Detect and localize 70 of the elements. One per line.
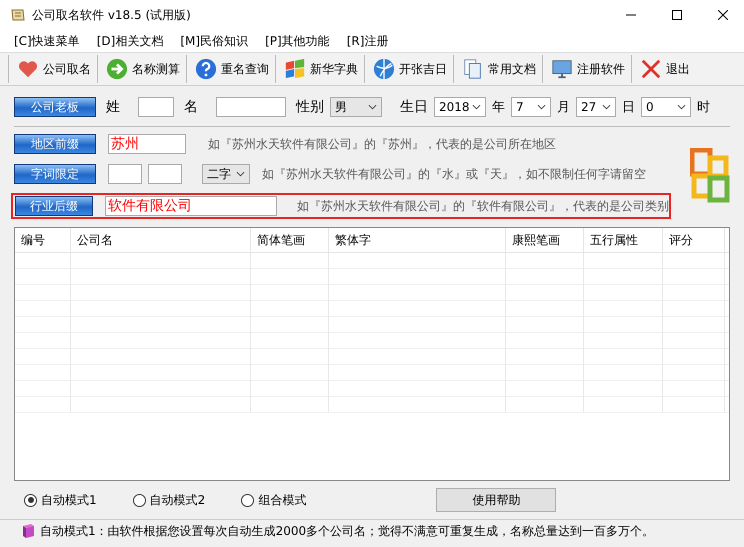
day-dropdown[interactable]: 27 [576,97,616,117]
caret-icon [236,171,245,177]
limit-button[interactable]: 字词限定 [14,164,96,184]
caret-icon [537,104,546,110]
toolbar-button[interactable]: 新华字典 [275,55,364,83]
surname-field[interactable] [138,97,174,117]
menu-item[interactable]: [C]快速菜单 [14,32,80,50]
hour-label: 时 [697,99,710,116]
column-header[interactable]: 评分 [663,228,725,252]
column-header[interactable]: 公司名 [71,228,251,252]
office-logo-drawing [690,148,730,204]
prefix-field[interactable]: 苏州 [108,134,186,154]
column-header[interactable]: 繁体字 [329,228,506,252]
menu-item[interactable]: [D]相关文档 [96,32,164,50]
app-icon [10,7,26,23]
maximize-icon[interactable] [672,10,682,20]
menu-item[interactable]: [P]其他功能 [265,32,330,50]
close-icon[interactable] [718,10,728,20]
column-header[interactable]: 康熙笔画 [506,228,584,252]
help-button[interactable]: 使用帮助 [436,488,556,512]
toolbar-button[interactable]: 公司取名 [8,55,97,83]
limit-field[interactable] [108,164,142,184]
window-title: 公司取名软件 v18.5 (试用版) [32,6,191,24]
book-icon [20,523,36,539]
prefix-hint: 如『苏州水天软件有限公司』的『苏州』，代表的是公司所在地区 [208,136,556,152]
birthday-label: 生日 [400,98,428,116]
toolbar-button[interactable]: 常用文档 [453,55,542,83]
globe-icon [373,58,395,80]
mode-radio[interactable]: 组合模式 [241,492,306,508]
toolbar-button[interactable]: 退出 [631,55,696,83]
caret-icon [677,104,686,110]
gender-dropdown[interactable]: 男 [330,97,382,117]
mode-radio[interactable]: 自动模式1 [24,492,97,508]
caret-icon [368,104,377,110]
month-label: 月 [557,99,570,116]
suffix-button[interactable]: 行业后缀 [15,196,93,216]
toolbar-button[interactable]: 重名查询 [186,55,275,83]
limit-field[interactable] [148,164,182,184]
toolbar-button[interactable]: 名称测算 [97,55,186,83]
limit-hint: 如『苏州水天软件有限公司』的『水』或『天』，如不限制任何字请留空 [262,166,646,182]
year-dropdown[interactable]: 2018 [434,97,486,117]
hour-dropdown[interactable]: 0 [641,97,691,117]
suffix-field[interactable]: 软件有限公司 [105,196,277,216]
monitor-icon [551,58,573,80]
caret-icon [472,104,481,110]
name-label: 名 [184,98,198,116]
year-label: 年 [492,99,505,116]
status-text: 自动模式1：由软件根据您设置每次自动生成2000多个公司名；觉得不满意可重复生成，名称总量达到一百多万个。 [40,522,654,540]
month-dropdown[interactable]: 7 [511,97,551,117]
menu-item[interactable]: [M]民俗知识 [180,32,248,50]
column-header[interactable]: 简体笔画 [251,228,329,252]
toolbar-button[interactable]: 注册软件 [542,55,631,83]
help-icon [195,58,217,80]
length-dropdown[interactable]: 二字 [202,164,250,184]
toolbar-button[interactable]: 开张吉日 [364,55,453,83]
boss-button[interactable]: 公司老板 [14,97,96,117]
gender-label: 性别 [296,98,324,116]
day-label: 日 [622,99,635,116]
prefix-button[interactable]: 地区前缀 [14,134,96,154]
documents-icon [462,58,484,80]
name-field[interactable] [216,97,286,117]
flag-icon [284,58,306,80]
cross-icon [640,58,662,80]
mode-radio[interactable]: 自动模式2 [132,492,206,508]
suffix-hint: 如『苏州水天软件有限公司』的『软件有限公司』，代表的是公司类别 [297,198,669,214]
menu-item[interactable]: [R]注册 [346,32,388,50]
column-header[interactable]: 编号 [15,228,71,252]
column-header[interactable]: 五行属性 [584,228,663,252]
surname-label: 姓 [106,98,120,116]
caret-icon [602,104,611,110]
